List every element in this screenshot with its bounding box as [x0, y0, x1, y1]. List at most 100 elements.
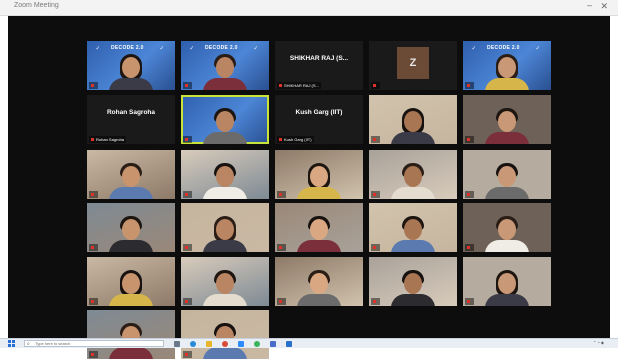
participant-name-label — [183, 82, 192, 89]
participant-name: Rohan Sagroha — [96, 137, 125, 142]
close-icon[interactable]: ✕ — [600, 1, 608, 12]
participant-tile[interactable] — [181, 257, 269, 306]
mic-muted-icon — [373, 246, 376, 250]
mic-muted-icon — [279, 193, 282, 197]
mic-muted-icon — [279, 246, 282, 250]
participant-tile[interactable] — [463, 257, 551, 306]
participant-video-figure — [203, 161, 247, 199]
participant-tile[interactable] — [275, 203, 363, 252]
file-explorer-icon[interactable] — [206, 341, 212, 347]
mic-muted-icon — [91, 138, 94, 142]
logo-icon: ✓ — [158, 45, 166, 52]
logo-icon: ✓ — [252, 45, 260, 52]
participant-tile[interactable] — [181, 310, 269, 359]
participant-video-figure — [297, 214, 341, 252]
participant-tile[interactable] — [87, 150, 175, 199]
participant-tile-avatar[interactable]: Z — [369, 41, 457, 90]
mic-muted-icon — [373, 84, 376, 88]
window-title: Zoom Meeting — [14, 2, 59, 9]
avatar: Z — [397, 47, 429, 79]
participant-video-figure — [485, 214, 529, 252]
participant-tile[interactable]: DECODE 2.0 ✓ ✓ — [181, 41, 269, 90]
participant-tile[interactable] — [87, 310, 175, 359]
participant-tile-video-off[interactable]: SHIKHAR RAJ (S... SHIKHAR RAJ (S... — [275, 41, 363, 90]
minimize-icon[interactable]: – — [587, 0, 592, 10]
participant-video-figure — [391, 106, 435, 144]
participant-tile[interactable] — [87, 257, 175, 306]
participant-video-figure — [203, 268, 247, 306]
mic-muted-icon — [467, 246, 470, 250]
logo-icon: ✓ — [94, 45, 102, 52]
mic-muted-icon — [185, 193, 188, 197]
participant-name-label — [183, 136, 192, 143]
store-icon[interactable] — [270, 341, 276, 347]
mic-muted-icon — [185, 353, 188, 357]
participant-name-label — [183, 351, 192, 358]
participant-tile[interactable] — [181, 95, 269, 144]
participant-name-label — [277, 244, 286, 251]
participant-video-figure — [391, 214, 435, 252]
participant-video-figure — [203, 52, 247, 90]
zoom-icon[interactable] — [238, 341, 244, 347]
participant-tile[interactable]: DECODE 2.0 ✓ ✓ — [87, 41, 175, 90]
participant-tile[interactable] — [275, 257, 363, 306]
participant-tile[interactable] — [87, 203, 175, 252]
mic-muted-icon — [91, 246, 94, 250]
participant-video-figure — [203, 106, 247, 144]
participant-display-name: Rohan Sagroha — [106, 109, 156, 116]
participant-tile[interactable] — [181, 203, 269, 252]
mic-muted-icon — [91, 353, 94, 357]
logo-icon: ✓ — [534, 45, 542, 52]
participant-name-label — [465, 136, 474, 143]
participant-name-label — [89, 298, 98, 305]
participant-name-label — [371, 191, 380, 198]
participant-video-figure — [109, 52, 153, 90]
mic-muted-icon — [279, 84, 282, 88]
mic-muted-icon — [185, 138, 188, 142]
participant-name: Kush Garg (IIT) — [284, 137, 312, 142]
participant-tile[interactable] — [369, 203, 457, 252]
system-tray[interactable]: ⌃ ◔ ◈ — [593, 340, 604, 345]
edge-icon[interactable] — [190, 341, 196, 347]
chrome-icon[interactable] — [222, 341, 228, 347]
mic-muted-icon — [467, 193, 470, 197]
mic-muted-icon — [373, 138, 376, 142]
participant-tile[interactable]: DECODE 2.0 ✓ ✓ — [463, 41, 551, 90]
participant-name-label — [371, 298, 380, 305]
participant-tile-video-off[interactable]: Rohan Sagroha Rohan Sagroha — [87, 95, 175, 144]
participant-video-figure — [391, 268, 435, 306]
taskbar-search-input[interactable]: ⌕ Type here to search — [24, 340, 164, 347]
participant-tile[interactable] — [369, 95, 457, 144]
mic-muted-icon — [91, 300, 94, 304]
participant-name-label — [371, 82, 380, 89]
mic-muted-icon — [185, 246, 188, 250]
participant-name-label — [183, 298, 192, 305]
mic-muted-icon — [91, 193, 94, 197]
participant-tile[interactable] — [463, 95, 551, 144]
mail-icon[interactable] — [286, 341, 292, 347]
participant-tile[interactable] — [463, 203, 551, 252]
participant-video-figure — [203, 214, 247, 252]
search-placeholder: Type here to search — [35, 341, 71, 346]
mic-muted-icon — [467, 84, 470, 88]
participant-name-label: SHIKHAR RAJ (S... — [277, 82, 321, 89]
participant-tile[interactable] — [369, 257, 457, 306]
participant-tile[interactable] — [275, 150, 363, 199]
participant-name-label — [371, 136, 380, 143]
participant-tile[interactable] — [369, 150, 457, 199]
task-view-icon[interactable] — [174, 341, 180, 347]
windows-start-icon[interactable] — [8, 340, 16, 347]
participant-display-name: SHIKHAR RAJ (S... — [289, 55, 349, 62]
mic-muted-icon — [91, 84, 94, 88]
logo-icon: ✓ — [188, 45, 196, 52]
participant-tile[interactable] — [181, 150, 269, 199]
participant-name-label: Rohan Sagroha — [89, 136, 127, 143]
participant-video-figure — [109, 268, 153, 306]
whatsapp-icon[interactable] — [254, 341, 260, 347]
logo-icon: ✓ — [470, 45, 478, 52]
participant-name-label — [277, 298, 286, 305]
participant-tile[interactable] — [463, 150, 551, 199]
participant-tile-video-off[interactable]: Kush Garg (IIT) Kush Garg (IIT) — [275, 95, 363, 144]
participant-name-label — [465, 298, 474, 305]
participant-name-label — [183, 191, 192, 198]
